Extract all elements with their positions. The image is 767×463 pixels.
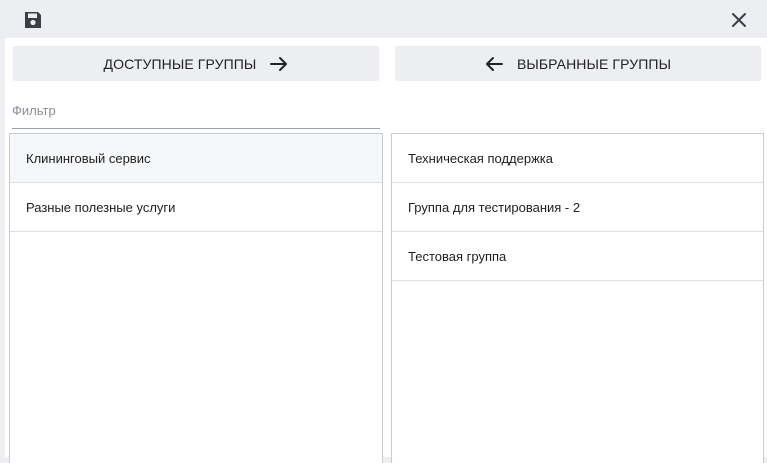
floppy-disk-icon (25, 12, 41, 28)
selected-groups-label: ВЫБРАННЫЕ ГРУППЫ (516, 55, 672, 72)
toolbar (0, 0, 767, 38)
list-item[interactable]: Техническая поддержка (392, 134, 763, 183)
available-groups-list: Клининговый сервис Разные полезные услуг… (9, 133, 383, 463)
group-transfer-panel: ДОСТУПНЫЕ ГРУППЫ ВЫБРАННЫЕ ГРУППЫ Клинин… (5, 38, 767, 463)
available-groups-button[interactable]: ДОСТУПНЫЕ ГРУППЫ (13, 46, 379, 81)
close-icon (732, 13, 746, 27)
list-item-label: Группа для тестирования - 2 (408, 199, 581, 215)
arrow-right-icon (270, 56, 288, 72)
arrow-left-icon (485, 56, 503, 72)
selected-groups-list: Техническая поддержка Группа для тестиро… (391, 133, 764, 463)
available-groups-label: ДОСТУПНЫЕ ГРУППЫ (103, 55, 257, 72)
list-item[interactable]: Разные полезные услуги (10, 183, 382, 232)
close-button[interactable] (728, 9, 750, 31)
list-item[interactable]: Тестовая группа (392, 232, 763, 281)
list-item-label: Клининговый сервис (26, 150, 151, 166)
selected-groups-button[interactable]: ВЫБРАННЫЕ ГРУППЫ (395, 46, 761, 81)
list-item-label: Разные полезные услуги (26, 199, 176, 215)
list-item[interactable]: Клининговый сервис (10, 134, 382, 183)
save-button[interactable] (22, 9, 44, 31)
filter-field (12, 100, 380, 129)
list-item-label: Техническая поддержка (408, 150, 553, 166)
list-item-label: Тестовая группа (408, 248, 507, 264)
filter-input[interactable] (12, 100, 380, 120)
list-item[interactable]: Группа для тестирования - 2 (392, 183, 763, 232)
